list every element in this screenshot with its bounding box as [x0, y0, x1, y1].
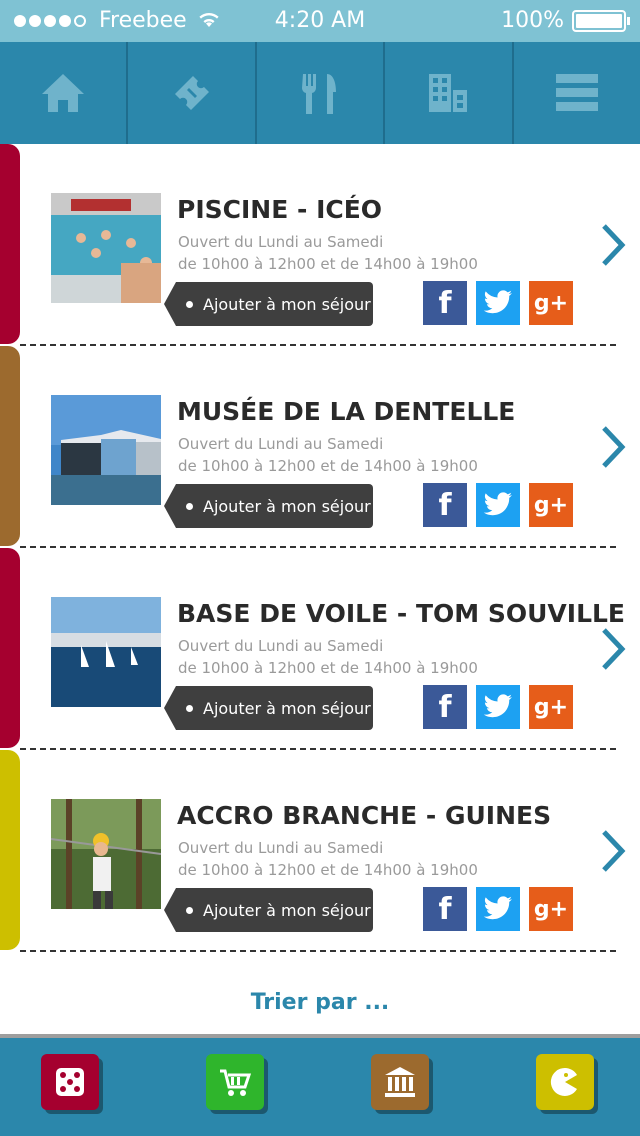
category-color-bar: [0, 346, 20, 546]
twitter-share-button[interactable]: [476, 483, 520, 527]
category-color-bar: [0, 750, 20, 950]
add-to-stay-label: Ajouter à mon séjour: [203, 294, 371, 314]
pacman-icon: [550, 1067, 577, 1096]
battery-status: 100%: [501, 8, 630, 33]
add-to-stay-button[interactable]: Ajouter à mon séjour: [164, 888, 373, 932]
twitter-share-button[interactable]: [476, 281, 520, 325]
nav-tickets[interactable]: [128, 42, 257, 144]
bottom-nav: [0, 1038, 640, 1136]
battery-icon: [572, 9, 630, 32]
chevron-right-icon[interactable]: [600, 222, 628, 268]
home-icon: [42, 74, 85, 112]
place-title: PISCINE - ICÉO: [177, 195, 383, 224]
nav-menu[interactable]: [514, 42, 640, 144]
opening-days: Ouvert du Lundi au Samedi: [178, 435, 384, 453]
googleplus-icon: g+: [533, 896, 569, 922]
place-photo: [51, 395, 161, 505]
add-to-stay-button[interactable]: Ajouter à mon séjour: [164, 282, 373, 326]
opening-hours: de 10h00 à 12h00 et de 14h00 à 19h00: [178, 861, 478, 879]
nav-restaurants[interactable]: [257, 42, 386, 144]
cart-icon: [220, 1069, 252, 1096]
place-photo: [51, 597, 161, 707]
googleplus-share-button[interactable]: g+: [529, 887, 573, 931]
opening-days: Ouvert du Lundi au Samedi: [178, 233, 384, 251]
twitter-share-button[interactable]: [476, 887, 520, 931]
twitter-icon: [483, 492, 512, 516]
facebook-icon: f: [438, 285, 452, 321]
building-icon: [429, 74, 468, 112]
ticket-icon: [174, 76, 209, 110]
list-item[interactable]: PISCINE - ICÉO Ouvert du Lundi au Samedi…: [0, 144, 640, 346]
opening-days: Ouvert du Lundi au Samedi: [178, 637, 384, 655]
tab-shopping[interactable]: [206, 1054, 264, 1110]
googleplus-icon: g+: [533, 492, 569, 518]
googleplus-share-button[interactable]: g+: [529, 685, 573, 729]
facebook-share-button[interactable]: f: [423, 483, 467, 527]
top-nav: [0, 42, 640, 144]
facebook-share-button[interactable]: f: [423, 887, 467, 931]
opening-hours: de 10h00 à 12h00 et de 14h00 à 19h00: [178, 457, 478, 475]
list-item[interactable]: MUSÉE DE LA DENTELLE Ouvert du Lundi au …: [0, 346, 640, 548]
opening-hours: de 10h00 à 12h00 et de 14h00 à 19h00: [178, 659, 478, 677]
nav-home[interactable]: [0, 42, 129, 144]
add-to-stay-button[interactable]: Ajouter à mon séjour: [164, 484, 373, 528]
battery-percent: 100%: [501, 8, 564, 33]
googleplus-share-button[interactable]: g+: [529, 483, 573, 527]
opening-days: Ouvert du Lundi au Samedi: [178, 839, 384, 857]
tag-dot-icon: [186, 704, 193, 712]
tag-dot-icon: [186, 906, 193, 914]
add-to-stay-label: Ajouter à mon séjour: [203, 698, 371, 718]
tag-dot-icon: [186, 502, 193, 510]
chevron-right-icon[interactable]: [600, 626, 628, 672]
chevron-right-icon[interactable]: [600, 828, 628, 874]
chevron-right-icon[interactable]: [600, 424, 628, 470]
category-color-bar: [0, 144, 20, 344]
place-title: BASE DE VOILE - TOM SOUVILLE: [177, 599, 626, 628]
add-to-stay-label: Ajouter à mon séjour: [203, 496, 371, 516]
twitter-icon: [483, 290, 512, 314]
tab-games[interactable]: [536, 1054, 594, 1110]
menu-icon: [555, 74, 598, 111]
category-color-bar: [0, 548, 20, 748]
tab-leisure[interactable]: [41, 1054, 99, 1110]
opening-hours: de 10h00 à 12h00 et de 14h00 à 19h00: [178, 255, 478, 273]
place-title: MUSÉE DE LA DENTELLE: [177, 397, 516, 426]
facebook-icon: f: [438, 487, 452, 523]
facebook-share-button[interactable]: f: [423, 281, 467, 325]
twitter-icon: [483, 694, 512, 718]
googleplus-share-button[interactable]: g+: [529, 281, 573, 325]
twitter-icon: [483, 896, 512, 920]
item-divider: [20, 950, 616, 952]
dice-icon: [56, 1068, 84, 1096]
fork-knife-icon: [302, 74, 337, 114]
add-to-stay-label: Ajouter à mon séjour: [203, 900, 371, 920]
place-photo: [51, 193, 161, 303]
list-item[interactable]: BASE DE VOILE - TOM SOUVILLE Ouvert du L…: [0, 548, 640, 750]
sort-by-link[interactable]: Trier par ...: [0, 990, 640, 1015]
twitter-share-button[interactable]: [476, 685, 520, 729]
place-title: ACCRO BRANCHE - GUINES: [177, 801, 552, 830]
museum-icon: [385, 1067, 415, 1097]
facebook-share-button[interactable]: f: [423, 685, 467, 729]
tag-dot-icon: [186, 300, 193, 308]
googleplus-icon: g+: [533, 290, 569, 316]
status-bar: Freebee 4:20 AM 100%: [0, 0, 640, 42]
nav-hotels[interactable]: [385, 42, 514, 144]
place-photo: [51, 799, 161, 909]
facebook-icon: f: [438, 689, 452, 725]
googleplus-icon: g+: [533, 694, 569, 720]
tab-culture[interactable]: [371, 1054, 429, 1110]
add-to-stay-button[interactable]: Ajouter à mon séjour: [164, 686, 373, 730]
facebook-icon: f: [438, 891, 452, 927]
list-item[interactable]: ACCRO BRANCHE - GUINES Ouvert du Lundi a…: [0, 750, 640, 952]
